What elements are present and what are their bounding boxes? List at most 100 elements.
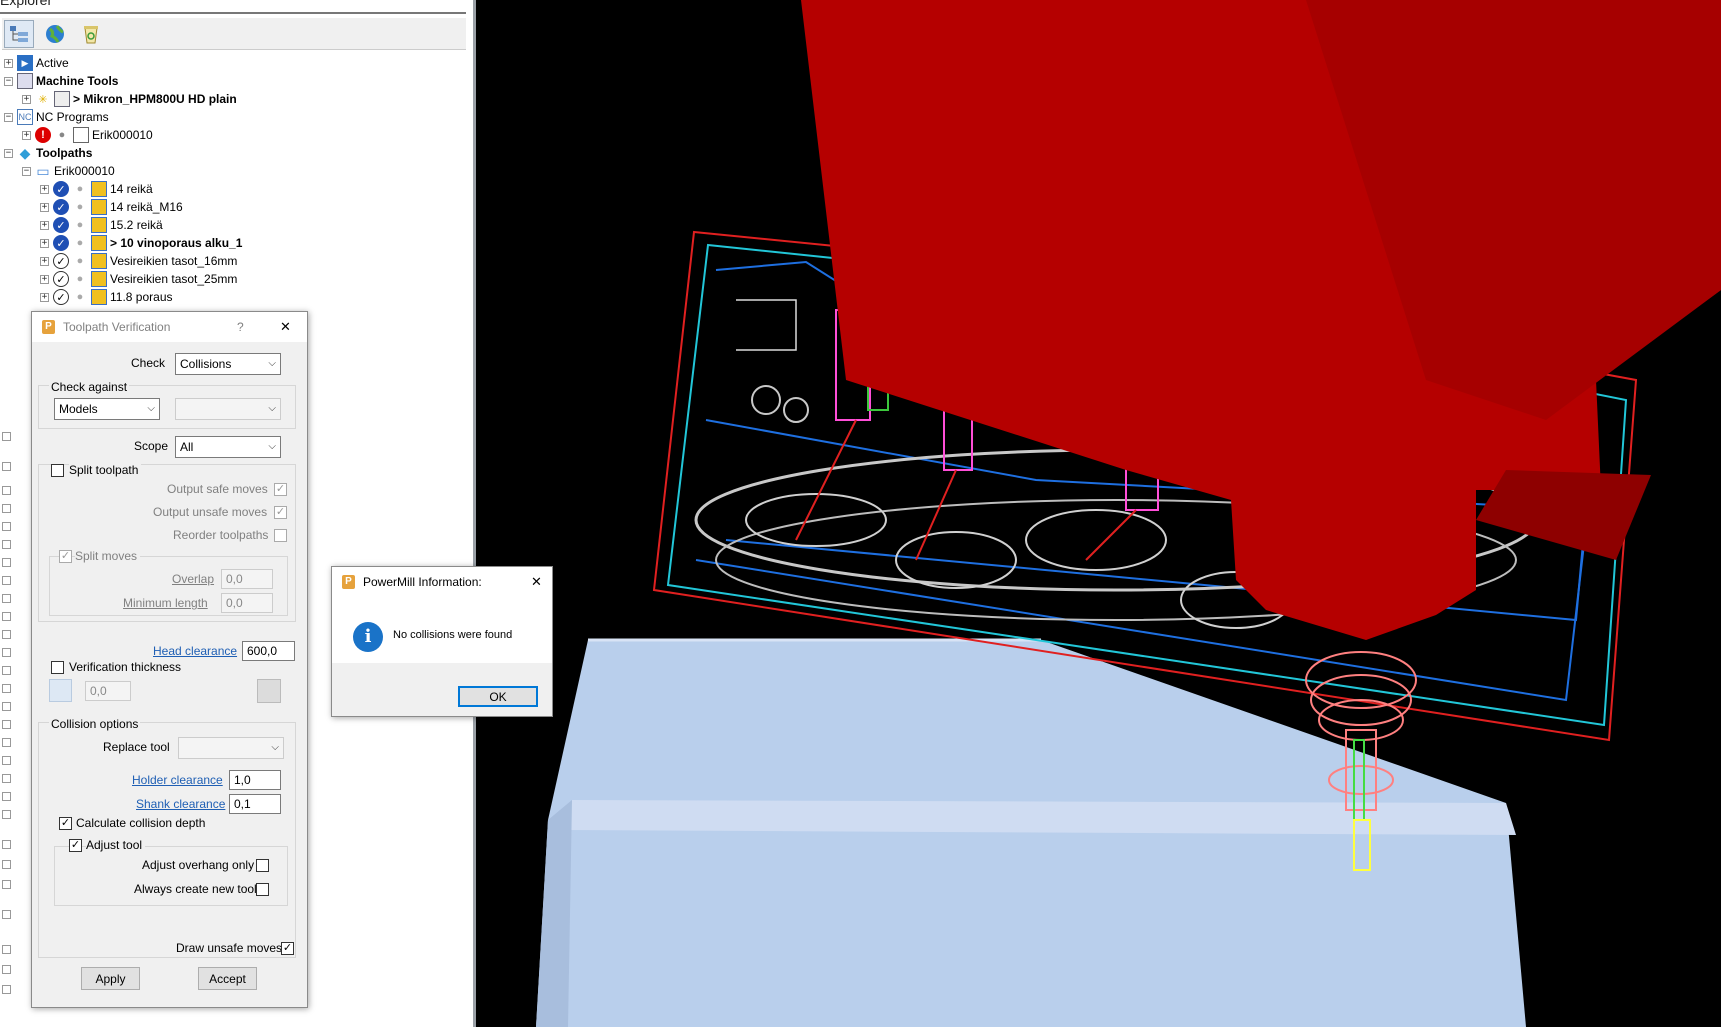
tree-item[interactable]: − ▭ Erik000010 xyxy=(22,162,115,180)
expand-toggle-icon[interactable] xyxy=(2,720,11,729)
expand-toggle-icon[interactable] xyxy=(2,965,11,974)
expand-toggle-icon[interactable] xyxy=(2,840,11,849)
expand-toggle-icon[interactable] xyxy=(2,810,11,819)
lightbulb-icon: ● xyxy=(76,219,84,231)
adjust-overhang-checkbox[interactable] xyxy=(256,859,269,872)
expand-toggle-icon[interactable]: + xyxy=(40,256,49,266)
expand-toggle-icon[interactable] xyxy=(2,756,11,765)
expand-toggle-icon[interactable] xyxy=(2,666,11,675)
tool-shape-icon xyxy=(257,679,281,703)
tree-item[interactable]: + ✓ ● 15.2 reikä xyxy=(40,216,163,234)
expand-toggle-icon[interactable] xyxy=(2,985,11,994)
tree-view-icon[interactable] xyxy=(4,19,34,48)
expand-toggle-icon[interactable]: − xyxy=(22,166,31,176)
head-clearance-link[interactable]: Head clearance xyxy=(153,644,237,658)
expand-toggle-icon[interactable] xyxy=(2,486,11,495)
calc-depth-label: Calculate collision depth xyxy=(76,816,206,830)
tree-item[interactable]: + ✓ ● 14 reikä xyxy=(40,180,153,198)
tree-item[interactable]: − ◆ Toolpaths xyxy=(4,144,92,162)
expand-toggle-icon[interactable] xyxy=(2,860,11,869)
drill-toolpath-icon xyxy=(91,217,107,233)
tree-item[interactable]: − Machine Tools xyxy=(4,72,118,90)
drill-toolpath-icon xyxy=(91,199,107,215)
expand-toggle-icon[interactable] xyxy=(2,504,11,513)
expand-toggle-icon[interactable]: − xyxy=(4,112,13,122)
expand-toggle-icon[interactable] xyxy=(2,432,11,441)
shank-clearance-input[interactable]: 0,1 xyxy=(229,794,281,814)
close-button[interactable]: ✕ xyxy=(280,319,291,335)
tree-item[interactable]: + ✳ > Mikron_HPM800U HD plain xyxy=(22,90,237,108)
verification-thickness-checkbox[interactable] xyxy=(51,661,64,674)
expand-toggle-icon[interactable]: + xyxy=(40,292,49,302)
tree-item[interactable]: + ▶ Active xyxy=(4,54,69,72)
lightbulb-icon: ✳ xyxy=(38,93,48,106)
tree-item[interactable]: + ✓ ● > 10 vinoporaus alku_1 xyxy=(40,234,242,252)
calc-depth-checkbox[interactable]: ✓ xyxy=(59,817,72,830)
expand-toggle-icon[interactable] xyxy=(2,945,11,954)
expand-toggle-icon[interactable] xyxy=(2,594,11,603)
draw-unsafe-checkbox[interactable]: ✓ xyxy=(281,942,294,955)
expand-toggle-icon[interactable]: + xyxy=(40,202,49,212)
expand-toggle-icon[interactable]: + xyxy=(40,238,49,248)
draw-unsafe-label: Draw unsafe moves xyxy=(176,941,283,955)
reorder-checkbox xyxy=(274,529,287,542)
tree-item[interactable]: + ✓ ● 11.8 poraus xyxy=(40,288,173,306)
expand-toggle-icon[interactable]: + xyxy=(22,94,31,104)
expand-toggle-icon[interactable] xyxy=(2,540,11,549)
expand-toggle-icon[interactable]: + xyxy=(40,184,49,194)
holder-clearance-link[interactable]: Holder clearance xyxy=(132,773,223,787)
adjust-tool-checkbox[interactable]: ✓ xyxy=(69,839,82,852)
expand-toggle-icon[interactable] xyxy=(2,576,11,585)
expand-toggle-icon[interactable]: + xyxy=(40,274,49,284)
expand-toggle-icon[interactable] xyxy=(2,738,11,747)
expand-toggle-icon[interactable] xyxy=(2,774,11,783)
3d-viewport[interactable] xyxy=(476,0,1721,1027)
check-against-model-select: ⌵ xyxy=(175,398,281,420)
expand-toggle-icon[interactable]: + xyxy=(40,220,49,230)
verification-thickness-label: Verification thickness xyxy=(69,660,182,674)
expand-toggle-icon[interactable] xyxy=(2,522,11,531)
check-select[interactable]: Collisions ⌵ xyxy=(175,353,281,375)
scope-select[interactable]: All ⌵ xyxy=(175,436,281,458)
expand-toggle-icon[interactable] xyxy=(2,910,11,919)
tree-item[interactable]: +! ● Erik000010 xyxy=(22,126,153,144)
expand-toggle-icon[interactable] xyxy=(2,792,11,801)
output-safe-checkbox: ✓ xyxy=(274,483,287,496)
output-safe-label: Output safe moves xyxy=(167,482,268,496)
expand-toggle-icon[interactable]: + xyxy=(22,130,31,140)
recycle-bin-icon[interactable] xyxy=(76,20,106,48)
expand-toggle-icon[interactable]: − xyxy=(4,76,13,86)
expand-toggle-icon[interactable] xyxy=(2,684,11,693)
always-create-checkbox[interactable] xyxy=(256,883,269,896)
apply-button[interactable]: Apply xyxy=(81,967,140,990)
tree-item[interactable]: + ✓ ● Vesireikien tasot_16mm xyxy=(40,252,237,270)
close-button[interactable]: ✕ xyxy=(531,574,542,590)
help-button[interactable]: ? xyxy=(237,320,244,334)
accept-button[interactable]: Accept xyxy=(198,967,257,990)
globe-icon[interactable] xyxy=(40,20,70,48)
tree-item[interactable]: − NC NC Programs xyxy=(4,108,109,126)
verified-icon: ✓ xyxy=(53,181,69,197)
replace-tool-label: Replace tool xyxy=(103,740,170,754)
expand-toggle-icon[interactable] xyxy=(2,880,11,889)
split-toolpath-checkbox[interactable] xyxy=(51,464,64,477)
expand-toggle-icon[interactable] xyxy=(2,462,11,471)
tree-item[interactable]: + ✓ ● Vesireikien tasot_25mm xyxy=(40,270,237,288)
powermill-logo-icon: P xyxy=(342,575,355,589)
ok-button[interactable]: OK xyxy=(458,686,538,707)
machine-table-side xyxy=(536,800,572,1027)
holder-clearance-input[interactable]: 1,0 xyxy=(229,770,281,790)
expand-toggle-icon[interactable] xyxy=(2,612,11,621)
expand-toggle-icon[interactable] xyxy=(2,648,11,657)
toolpath-verification-dialog: P Toolpath Verification ? ✕ Check Collis… xyxy=(31,311,308,1008)
expand-toggle-icon[interactable] xyxy=(2,630,11,639)
expand-toggle-icon[interactable]: − xyxy=(4,148,13,158)
tree-item[interactable]: + ✓ ● 14 reikä_M16 xyxy=(40,198,183,216)
expand-toggle-icon[interactable] xyxy=(2,702,11,711)
check-against-select[interactable]: Models ⌵ xyxy=(54,398,160,420)
head-clearance-input[interactable]: 600,0 xyxy=(242,641,295,661)
shank-clearance-link[interactable]: Shank clearance xyxy=(136,797,225,811)
expand-toggle-icon[interactable]: + xyxy=(4,58,13,68)
expand-toggle-icon[interactable] xyxy=(2,558,11,567)
drill-toolpath-icon xyxy=(91,235,107,251)
